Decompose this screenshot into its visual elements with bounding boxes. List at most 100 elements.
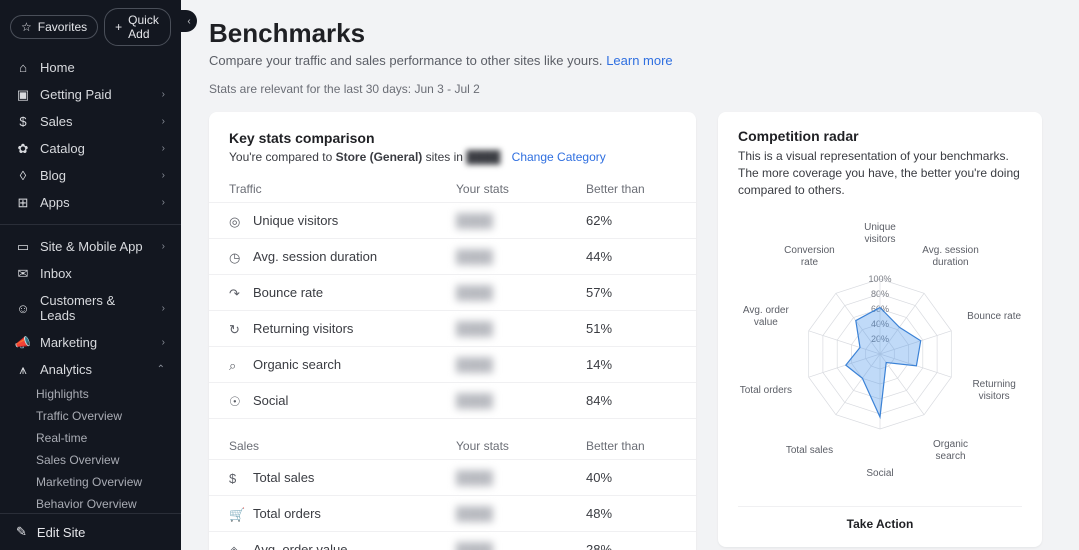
- better-than-value: 28%: [586, 542, 676, 550]
- nav-getting-paid[interactable]: ▣Getting Paid›: [0, 81, 181, 108]
- radar-axis-label: Social: [850, 468, 910, 480]
- better-than-value: 84%: [586, 393, 676, 408]
- table-row: ☉Social████84%: [209, 383, 696, 419]
- search-icon: ⌕: [229, 358, 243, 372]
- nav-analytics[interactable]: ⩚ Analytics ⌃: [0, 356, 181, 383]
- cmp-hidden: ████: [466, 150, 500, 164]
- nav-label: Home: [40, 60, 165, 75]
- favorites-button[interactable]: ☆ Favorites: [10, 15, 98, 39]
- megaphone-icon: 📣: [16, 336, 30, 350]
- chart-icon: ⩚: [16, 363, 30, 377]
- subnav-sales-overview[interactable]: Sales Overview: [0, 449, 181, 471]
- learn-more-link[interactable]: Learn more: [606, 53, 672, 68]
- cmp-bold: Store (General): [336, 150, 423, 164]
- better-than-value: 48%: [586, 506, 676, 521]
- nav-catalog[interactable]: ✿Catalog›: [0, 135, 181, 162]
- subnav-behavior-overview[interactable]: Behavior Overview: [0, 493, 181, 513]
- key-stats-title: Key stats comparison: [229, 130, 676, 146]
- radar-axis-label: Unique visitors: [850, 222, 910, 246]
- your-stat-value: ████: [456, 249, 586, 264]
- radar-chart: 100%80%60%40%20% Unique visitorsAvg. ses…: [738, 212, 1022, 496]
- table-row: ⌕Organic search████14%: [209, 347, 696, 383]
- radar-axis-label: Conversion rate: [779, 245, 839, 269]
- nav-inbox[interactable]: ✉ Inbox: [0, 260, 181, 287]
- nav-blog[interactable]: ◊Blog›: [0, 162, 181, 189]
- radar-axis-label: Returning visitors: [964, 379, 1024, 403]
- table-row: ◈Avg. order value████28%: [209, 532, 696, 550]
- radar-desc: This is a visual representation of your …: [738, 148, 1022, 198]
- nav-marketing[interactable]: 📣Marketing›: [0, 329, 181, 356]
- nav-label: Customers & Leads: [40, 293, 152, 323]
- your-stat-value: ████: [456, 213, 586, 228]
- change-category-link[interactable]: Change Category: [512, 150, 606, 164]
- metric-label: Total sales: [253, 470, 314, 485]
- col-your-stats: Your stats: [456, 182, 586, 196]
- better-than-value: 62%: [586, 213, 676, 228]
- quick-add-button[interactable]: + Quick Add: [104, 8, 171, 46]
- metric-label: Unique visitors: [253, 213, 338, 228]
- edit-site-button[interactable]: ✎ Edit Site: [0, 513, 181, 550]
- divider: [0, 224, 181, 225]
- your-stat-value: ████: [456, 470, 586, 485]
- return-icon: ↻: [229, 322, 243, 336]
- nav-label: Analytics: [40, 362, 147, 377]
- edit-site-label: Edit Site: [37, 525, 85, 540]
- subnav-marketing-overview[interactable]: Marketing Overview: [0, 471, 181, 493]
- nav-label: Site & Mobile App: [40, 239, 152, 254]
- home-icon: ⌂: [16, 61, 30, 75]
- take-action-heading: Take Action: [738, 506, 1022, 531]
- chevron-right-icon: ›: [162, 197, 165, 208]
- your-stat-value: ████: [456, 393, 586, 408]
- bounce-icon: ↷: [229, 286, 243, 300]
- metric-label: Avg. order value: [253, 542, 347, 550]
- col-sales: Sales: [229, 439, 456, 453]
- apps-icon: ⊞: [16, 196, 30, 210]
- radar-axis-label: Avg. order value: [736, 305, 796, 329]
- col-traffic: Traffic: [229, 182, 456, 196]
- inbox-icon: ✉: [16, 267, 30, 281]
- chevron-right-icon: ›: [162, 116, 165, 127]
- subnav-traffic-overview[interactable]: Traffic Overview: [0, 405, 181, 427]
- your-stat-value: ████: [456, 321, 586, 336]
- radar-axis-label: Avg. session duration: [921, 245, 981, 269]
- nav-label: Getting Paid: [40, 87, 152, 102]
- subnav-highlights[interactable]: Highlights: [0, 383, 181, 405]
- chevron-right-icon: ›: [162, 241, 165, 252]
- better-than-value: 40%: [586, 470, 676, 485]
- chevron-right-icon: ›: [162, 337, 165, 348]
- nav-label: Apps: [40, 195, 152, 210]
- radar-axis-label: Total sales: [779, 445, 839, 457]
- cmp-sites: sites in: [422, 150, 466, 164]
- your-stat-value: ████: [456, 506, 586, 521]
- better-than-value: 44%: [586, 249, 676, 264]
- clock-icon: ◷: [229, 250, 243, 264]
- nav-apps[interactable]: ⊞ Apps ›: [0, 189, 181, 216]
- sidebar-top: ☆ Favorites + Quick Add: [0, 0, 181, 54]
- radar-title: Competition radar: [738, 128, 1022, 144]
- page-title: Benchmarks: [209, 18, 1051, 49]
- your-stat-value: ████: [456, 542, 586, 550]
- dollar-icon: $: [16, 115, 30, 129]
- col-better-than: Better than: [586, 439, 676, 453]
- nav-sales[interactable]: $Sales›: [0, 108, 181, 135]
- table-row: ◷Avg. session duration████44%: [209, 239, 696, 275]
- subnav-realtime[interactable]: Real-time: [0, 427, 181, 449]
- traffic-rows: ◎Unique visitors████62%◷Avg. session dur…: [209, 203, 696, 419]
- radar-data-polygon: [846, 308, 921, 418]
- metric-label: Total orders: [253, 506, 321, 521]
- table-row: 🛒Total orders████48%: [209, 496, 696, 532]
- page-subtitle: Compare your traffic and sales performan…: [209, 53, 1051, 68]
- nav-label: Inbox: [40, 266, 165, 281]
- your-stat-value: ████: [456, 285, 586, 300]
- chevron-up-icon: ⌃: [157, 364, 165, 375]
- monitor-icon: ▭: [16, 240, 30, 254]
- nav-home[interactable]: ⌂ Home: [0, 54, 181, 81]
- nav-site-app[interactable]: ▭ Site & Mobile App ›: [0, 233, 181, 260]
- sales-header-row: Sales Your stats Better than: [209, 433, 696, 460]
- chevron-right-icon: ›: [162, 303, 165, 314]
- nav-label: Blog: [40, 168, 152, 183]
- nav-customers[interactable]: ☺Customers & Leads›: [0, 287, 181, 329]
- user-icon: ◎: [229, 214, 243, 228]
- subtitle-text: Compare your traffic and sales performan…: [209, 53, 603, 68]
- radar-axis-label: Bounce rate: [964, 311, 1024, 323]
